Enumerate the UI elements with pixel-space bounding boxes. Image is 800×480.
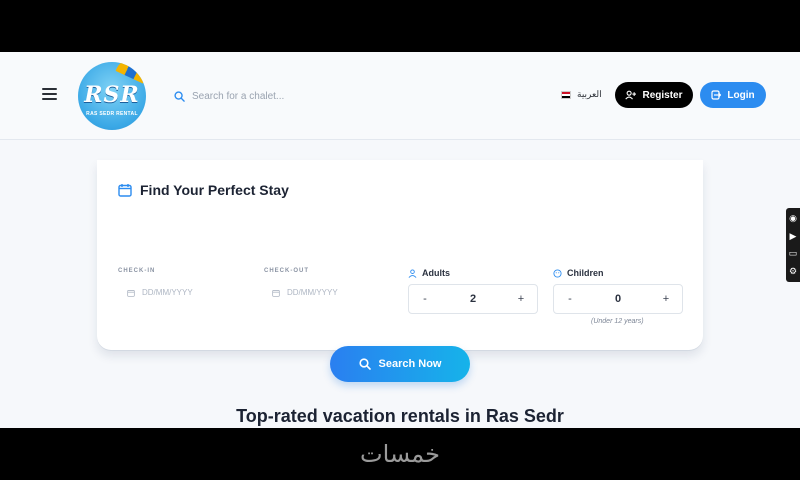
adults-plus-button[interactable]: +	[515, 293, 527, 305]
checkin-placeholder: DD/MM/YYYY	[142, 288, 193, 297]
adults-label: Adults	[422, 268, 450, 278]
page-viewport: RSR RAS SEDR RENTAL العربية Register Log…	[0, 52, 800, 428]
users-icon	[408, 268, 417, 278]
register-label: Register	[642, 89, 683, 101]
site-logo[interactable]: RSR RAS SEDR RENTAL	[78, 62, 146, 130]
children-plus-button[interactable]: +	[660, 293, 672, 305]
checkin-field[interactable]: DD/MM/YYYY	[127, 288, 193, 297]
search-bar	[174, 88, 352, 104]
children-stepper: - 0 +	[553, 284, 683, 314]
calendar-icon	[127, 289, 135, 297]
logo-text: RSR	[84, 82, 140, 108]
adults-stepper: - 2 +	[408, 284, 538, 314]
children-label: Children	[567, 268, 604, 278]
user-plus-icon	[625, 90, 637, 100]
search-input[interactable]	[192, 90, 352, 102]
search-icon	[174, 90, 185, 102]
search-now-button[interactable]: Search Now	[330, 346, 470, 382]
letterbox-bottom: خمسات	[0, 428, 800, 480]
checkout-field[interactable]: DD/MM/YYYY	[272, 288, 338, 297]
section-title: Top-rated vacation rentals in Ras Sedr	[236, 406, 564, 426]
camera-icon[interactable]: ◉	[789, 214, 798, 223]
checkout-label: CHECK-OUT	[264, 268, 309, 274]
screen-icon[interactable]: ▭	[789, 249, 798, 258]
logo-subtext: RAS SEDR RENTAL	[86, 111, 138, 117]
login-icon	[711, 90, 722, 100]
letterbox-top	[0, 0, 800, 52]
video-icon[interactable]: ▶	[789, 231, 798, 241]
adults-minus-button[interactable]: -	[419, 293, 431, 305]
calendar-icon	[272, 289, 280, 297]
language-switch[interactable]: العربية	[561, 89, 602, 100]
menu-icon[interactable]	[42, 88, 57, 101]
site-header: RSR RAS SEDR RENTAL العربية Register Log…	[0, 52, 800, 140]
children-value: 0	[614, 293, 622, 305]
children-minus-button[interactable]: -	[564, 293, 576, 305]
child-icon	[553, 268, 562, 278]
children-hint: (Under 12 years)	[591, 318, 644, 325]
checkout-placeholder: DD/MM/YYYY	[287, 288, 338, 297]
search-icon	[358, 358, 371, 370]
booking-title-row: Find Your Perfect Stay	[118, 182, 289, 198]
children-label-row: Children	[553, 268, 604, 278]
booking-card: Find Your Perfect Stay CHECK-IN DD/MM/YY…	[97, 160, 703, 382]
floating-toolbar: ◉ ▶ ▭ ⚙	[786, 208, 800, 282]
booking-title: Find Your Perfect Stay	[140, 182, 289, 198]
adults-label-row: Adults	[408, 268, 450, 278]
umbrella-icon	[115, 62, 146, 84]
language-label: العربية	[577, 89, 602, 99]
checkin-label: CHECK-IN	[118, 268, 156, 274]
gear-icon[interactable]: ⚙	[789, 266, 798, 276]
register-button[interactable]: Register	[615, 82, 693, 108]
login-label: Login	[727, 89, 755, 101]
search-now-label: Search Now	[378, 358, 442, 370]
login-button[interactable]: Login	[700, 82, 766, 108]
watermark: خمسات	[359, 440, 441, 468]
calendar-icon	[118, 184, 132, 197]
flag-egypt-icon	[561, 90, 571, 99]
adults-value: 2	[469, 293, 477, 305]
